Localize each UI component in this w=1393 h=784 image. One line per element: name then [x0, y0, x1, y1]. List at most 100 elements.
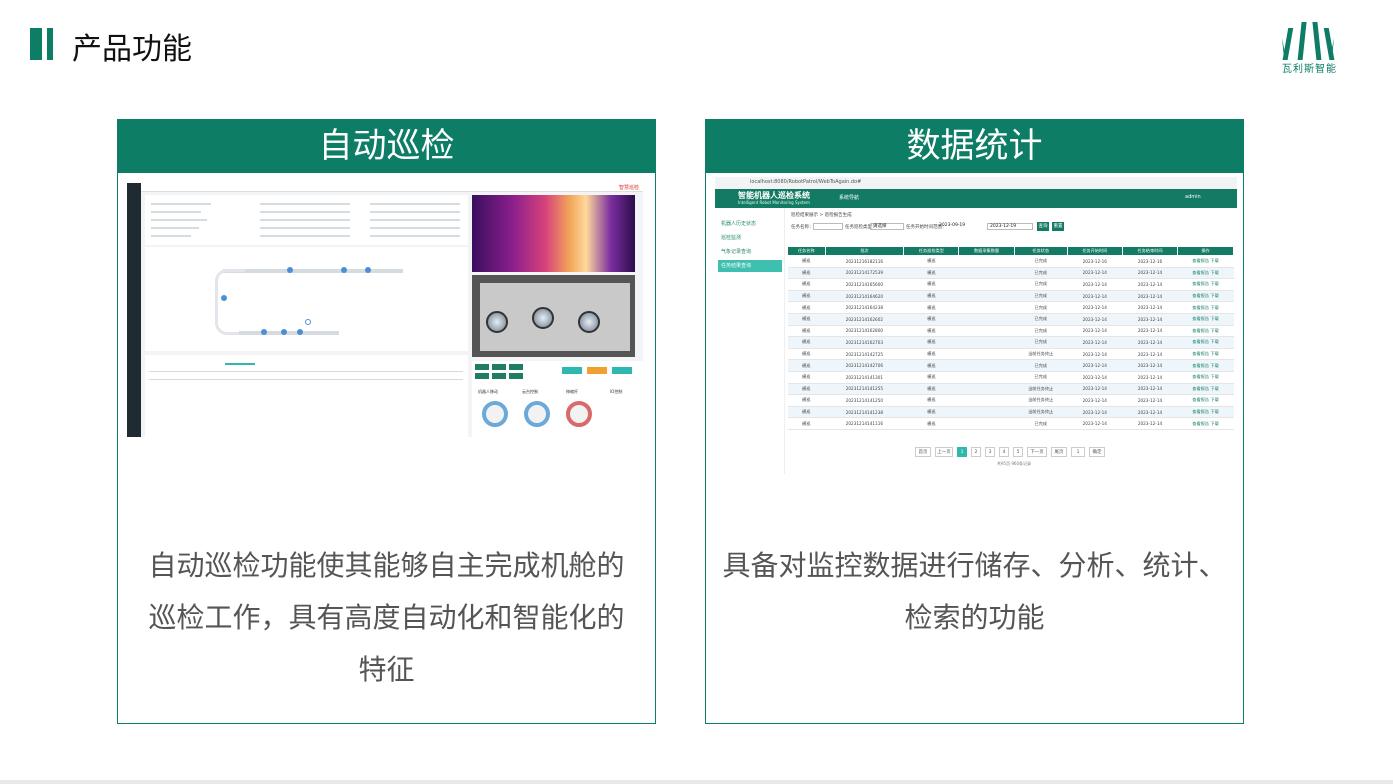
row-actions[interactable]: 查看报告 下载: [1177, 313, 1234, 326]
table-cell: 2023-12-14: [1067, 325, 1123, 338]
table-row: 横巡 20231214141301 横巡 已完成 2023-12-14 2023-12-1…: [787, 371, 1234, 384]
control-label-lift: 伸缩杆: [566, 389, 578, 394]
pager-button[interactable]: 下一页: [1027, 447, 1047, 457]
table-cell: [958, 278, 1015, 291]
table-cell: 20231214141250: [825, 394, 904, 407]
table-cell: 横巡: [787, 406, 825, 419]
table-cell: 已完成: [1014, 359, 1068, 372]
pager-button[interactable]: 1: [1071, 447, 1085, 457]
results-table: 任务名称 批次 任务巡检类型 数据采集数量 任务状态 任务开始时间 任务结束时间 操作 横巡 2…: [787, 246, 1234, 430]
date-end-input[interactable]: 2023-12-19: [987, 223, 1033, 230]
table-cell: 当前任务终止: [1014, 348, 1068, 361]
table-cell: [958, 417, 1015, 430]
table-row: 横巡 20231214162602 横巡 已完成 2023-12-14 2023-12-1…: [787, 313, 1234, 326]
table-cell: 20231214165600: [825, 278, 904, 291]
row-actions[interactable]: 查看报告 下载: [1177, 278, 1234, 291]
feature-card-data-statistics: 数据统计 localhost:8080/RobotPatrol/WebToAga…: [705, 119, 1244, 724]
table-cell: 已完成: [1014, 255, 1068, 268]
table-cell: 2023-12-14: [1067, 383, 1123, 396]
browser-bar: localhost:8080/RobotPatrol/WebToAgain.do…: [715, 177, 1237, 189]
desc-line-1: 自动巡检功能使其能够自主完成机舱的: [148, 549, 625, 582]
desc-line-2: 检索的功能: [904, 601, 1045, 634]
table-cell: 20231214164620: [825, 290, 904, 303]
desc-line-1: 具备对监控数据进行储存、分析、统计、: [722, 549, 1227, 582]
pager-button[interactable]: 5: [1013, 447, 1023, 457]
row-actions[interactable]: 查看报告 下载: [1177, 394, 1234, 407]
pager-button[interactable]: 2: [971, 447, 981, 457]
table-cell: 当前任务终止: [1014, 383, 1068, 396]
table-cell: 已完成: [1014, 417, 1068, 430]
table-header: 任务状态: [1013, 246, 1068, 256]
row-actions[interactable]: 查看报告 下载: [1177, 336, 1234, 349]
row-actions[interactable]: 查看报告 下载: [1177, 290, 1234, 303]
row-actions[interactable]: 查看报告 下载: [1177, 267, 1234, 280]
table-cell: 横巡: [903, 348, 959, 361]
thermal-camera-view: [472, 195, 635, 272]
type-select[interactable]: 请选择: [870, 223, 904, 230]
pager-button[interactable]: 4: [999, 447, 1009, 457]
logo-text: 瓦利斯智能: [1282, 64, 1337, 75]
sidebar-item-robot-history[interactable]: 机器人历史状态: [718, 218, 782, 230]
row-actions[interactable]: 查看报告 下载: [1177, 359, 1234, 372]
table-cell: 2023-12-14: [1122, 336, 1178, 349]
table-cell: 2023-12-14: [1122, 278, 1178, 291]
table-row: 横巡 20231214141116 横巡 已完成 2023-12-14 2023-12-1…: [787, 417, 1234, 430]
pager-button[interactable]: 3: [985, 447, 995, 457]
table-cell: 2023-12-14: [1067, 371, 1123, 384]
sidebar-item-weather-query[interactable]: 气象记录查询: [718, 246, 782, 258]
row-actions[interactable]: 查看报告 下载: [1177, 417, 1234, 430]
row-actions[interactable]: 查看报告 下载: [1177, 325, 1234, 338]
table-cell: 横巡: [787, 383, 825, 396]
table-header: 任务名称: [787, 246, 826, 256]
row-actions[interactable]: 查看报告 下载: [1177, 383, 1234, 396]
pager-button[interactable]: 确定: [1089, 447, 1105, 457]
table-cell: 20231214142706: [825, 359, 904, 372]
reset-button[interactable]: 重置: [1052, 222, 1064, 231]
table-cell: [958, 371, 1015, 384]
title-accent-bar: [30, 28, 42, 60]
table-cell: [958, 406, 1015, 419]
user-name[interactable]: admin: [1185, 194, 1201, 200]
pager-button[interactable]: 尾页: [1051, 447, 1067, 457]
menu-label[interactable]: 系统导航: [839, 194, 859, 201]
task-name-input[interactable]: [813, 223, 843, 230]
table-cell: 2023-12-14: [1122, 417, 1178, 430]
table-cell: 2023-12-14: [1067, 406, 1123, 419]
table-cell: 横巡: [787, 394, 825, 407]
table-cell: 已完成: [1014, 313, 1068, 326]
table-cell: 横巡: [787, 255, 825, 268]
pager-button[interactable]: 1: [957, 447, 967, 457]
table-cell: [958, 290, 1015, 303]
row-actions[interactable]: 查看报告 下载: [1177, 348, 1234, 361]
sidebar-item-inspection-monitor[interactable]: 巡检监测: [718, 232, 782, 244]
table-header: 批次: [824, 246, 905, 256]
table-cell: 20231214162602: [825, 313, 904, 326]
row-actions[interactable]: 查看报告 下载: [1177, 301, 1234, 314]
bottom-divider: [0, 780, 1393, 784]
row-actions[interactable]: 查看报告 下载: [1177, 406, 1234, 419]
row-actions[interactable]: 查看报告 下载: [1177, 255, 1234, 268]
sidebar-item-task-results[interactable]: 任务结果查询: [718, 260, 782, 272]
control-label-move: 机器人移动: [478, 389, 498, 394]
row-actions[interactable]: 查看报告 下载: [1177, 371, 1234, 384]
date-start-input[interactable]: 2023-09-19: [939, 223, 985, 230]
statistics-screenshot: localhost:8080/RobotPatrol/WebToAgain.do…: [715, 177, 1237, 474]
table-cell: 已完成: [1014, 301, 1068, 314]
table-cell: 20231214164238: [825, 301, 904, 314]
table-cell: 2023-12-14: [1122, 267, 1178, 280]
card-heading: 自动巡检: [118, 120, 655, 173]
robot-control-panel: 机器人移动 云台控制 伸缩杆 IO控制: [472, 361, 643, 437]
pager-button[interactable]: 上一页: [935, 447, 953, 457]
app-topbar: 智慧巡检: [141, 183, 643, 192]
app-title: 智慧巡检: [618, 185, 639, 191]
table-cell: 横巡: [787, 267, 825, 280]
table-cell: 20231214141238: [825, 406, 904, 419]
search-button[interactable]: 查询: [1037, 222, 1049, 231]
table-cell: 2023-12-14: [1122, 371, 1178, 384]
table-cell: [958, 348, 1015, 361]
table-cell: 横巡: [903, 301, 959, 314]
table-cell: 横巡: [787, 325, 825, 338]
table-cell: [958, 267, 1015, 280]
table-header: 任务结束时间: [1121, 246, 1179, 256]
pager-button[interactable]: 首页: [915, 447, 931, 457]
